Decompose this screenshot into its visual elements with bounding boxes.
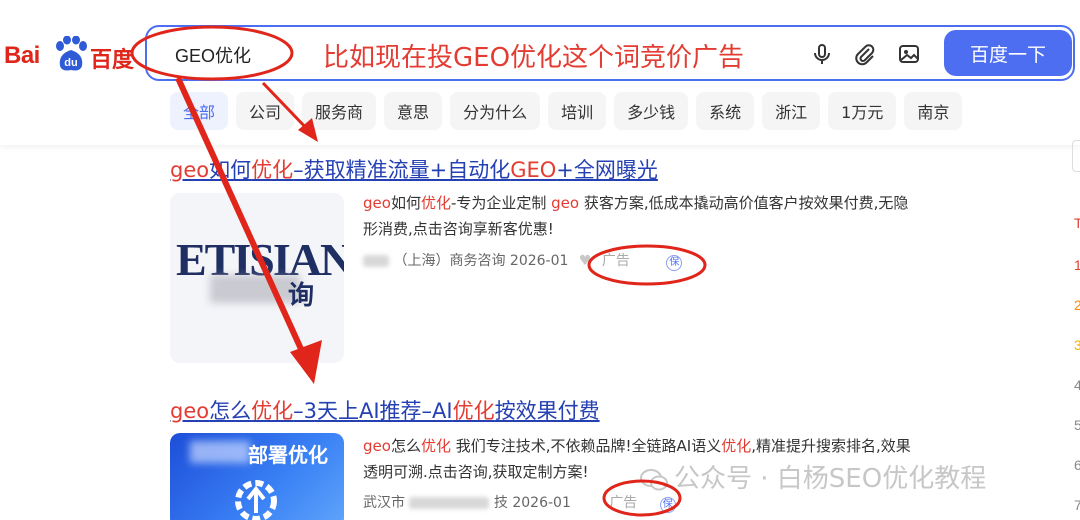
tab-item[interactable]: 南京: [904, 92, 963, 130]
text-segment: 按效果付费: [494, 399, 600, 423]
thumb-blur: [190, 441, 250, 463]
highlight-keyword: geo: [551, 194, 580, 212]
baidu-paw-icon: du: [56, 36, 87, 71]
page: { "logo": {"text_en": "Bai", "text_mark"…: [0, 0, 1080, 520]
result-thumbnail-2[interactable]: 部署优化: [170, 433, 344, 520]
microphone-icon[interactable]: [810, 42, 834, 66]
text-segment: 怎么: [209, 399, 252, 423]
rank-item[interactable]: 6: [1074, 457, 1080, 473]
meta-location-suffix: 技: [493, 495, 508, 511]
text-segment: –3天上AI推荐–AI: [293, 399, 453, 423]
result-meta-1: （上海）商务咨询 2026-01 ♥ 广告 保: [363, 250, 683, 271]
text-segment: 我们专注技术,不依赖品牌!全链路AI语义: [450, 437, 722, 455]
meta-location: （上海）商务咨询: [393, 253, 506, 269]
highlight-keyword: 优化: [721, 437, 752, 455]
blurred-company: [363, 255, 389, 267]
highlight-keyword: 优化: [251, 399, 294, 423]
highlight-keyword: geo: [363, 194, 391, 212]
tab-item[interactable]: 分为什么: [450, 92, 541, 130]
result-thumbnail-1[interactable]: ETISIAN 询: [170, 193, 344, 363]
logo-text-zh: 百度: [90, 48, 135, 73]
guarantee-badge-icon[interactable]: 保: [666, 255, 683, 271]
scroll-handle[interactable]: [1072, 140, 1080, 172]
tab-item[interactable]: 多少钱: [614, 92, 689, 130]
result-title-1[interactable]: geo如何优化–获取精准流量+自动化GEO+全网曝光: [170, 154, 658, 184]
thumb-blur: [210, 275, 300, 303]
tab-item[interactable]: 系统: [696, 92, 755, 130]
highlight-keyword: geo: [363, 437, 391, 455]
text-segment: –获取精准流量+自动化: [293, 158, 511, 182]
highlight-keyword: 优化: [420, 437, 451, 455]
text-segment: 如何: [209, 158, 252, 182]
rank-item[interactable]: 1: [1074, 257, 1080, 273]
right-hotlist: T 1 2 3 4 5 6 7: [1066, 140, 1080, 520]
logo-text-en: Bai: [4, 42, 40, 69]
result-description-1: geo如何优化-专为企业定制 geo 获客方案,低成本撬动高价值客户按效果付费,…: [363, 190, 923, 242]
shield-icon: ♥: [578, 253, 592, 269]
gear-icon: [235, 480, 277, 520]
search-tabs: 全部 公司 服务商 意思 分为什么 培训 多少钱 系统 浙江 1万元 南京: [170, 92, 963, 130]
image-search-icon[interactable]: [897, 42, 921, 66]
meta-location-prefix: 武汉市: [363, 495, 405, 511]
tab-item[interactable]: 服务商: [302, 92, 377, 130]
attachment-icon[interactable]: [853, 42, 877, 66]
text-segment: +全网曝光: [556, 158, 658, 182]
text-segment: 如何: [390, 194, 421, 212]
search-button[interactable]: 百度一下: [944, 30, 1072, 76]
highlight-keyword: 优化: [251, 158, 294, 182]
highlight-keyword: GEO: [510, 158, 557, 182]
rank-item[interactable]: 4: [1074, 377, 1080, 393]
blurred-company: [409, 497, 490, 509]
highlight-keyword: geo: [170, 399, 210, 423]
thumb-banner-text: 部署优化: [248, 443, 328, 467]
search-header: Bai du 百度 GEO优化 比如现在投GEO优化这个词竞价广告 百度一下 全…: [0, 0, 1080, 145]
result-meta-2: 武汉市 技 2026-01 广告 保: [363, 492, 676, 513]
tab-item[interactable]: 1万元: [828, 92, 897, 130]
annotation-overlay-text: 比如现在投GEO优化这个词竞价广告: [323, 43, 745, 73]
rank-item[interactable]: T: [1074, 215, 1080, 231]
watermark-text: 公众号 · 白杨SEO优化教程: [640, 458, 986, 495]
tab-item[interactable]: 全部: [170, 92, 229, 130]
wechat-icon: [640, 468, 668, 490]
tab-item[interactable]: 浙江: [762, 92, 821, 130]
text-segment: 怎么: [390, 437, 421, 455]
search-box[interactable]: GEO优化 比如现在投GEO优化这个词竞价广告 百度一下: [145, 25, 1075, 81]
rank-item[interactable]: 3: [1074, 337, 1080, 353]
logo-du-text: du: [64, 57, 77, 69]
highlight-keyword: geo: [170, 158, 210, 182]
highlight-keyword: 优化: [452, 399, 495, 423]
rank-item[interactable]: 2: [1074, 297, 1080, 313]
highlight-keyword: 优化: [420, 194, 451, 212]
text-segment: -专为企业定制: [450, 194, 552, 212]
meta-date: 2026-01: [509, 253, 569, 269]
ad-label: 广告: [609, 495, 638, 511]
rank-item[interactable]: 7: [1074, 497, 1080, 513]
watermark-label: 公众号 · 白杨SEO优化教程: [674, 464, 987, 494]
tab-item[interactable]: 意思: [384, 92, 443, 130]
baidu-logo[interactable]: Bai du 百度: [4, 30, 134, 78]
ad-label: 广告: [601, 253, 630, 269]
meta-date: 2026-01: [512, 495, 571, 511]
search-input[interactable]: GEO优化: [175, 42, 251, 68]
guarantee-badge-icon[interactable]: 保: [659, 497, 676, 513]
tab-item[interactable]: 培训: [548, 92, 607, 130]
rank-item[interactable]: 5: [1074, 417, 1080, 433]
thumb-sub-text: 询: [288, 281, 315, 311]
tab-item[interactable]: 公司: [236, 92, 295, 130]
result-title-2[interactable]: geo怎么优化–3天上AI推荐–AI优化按效果付费: [170, 395, 600, 425]
